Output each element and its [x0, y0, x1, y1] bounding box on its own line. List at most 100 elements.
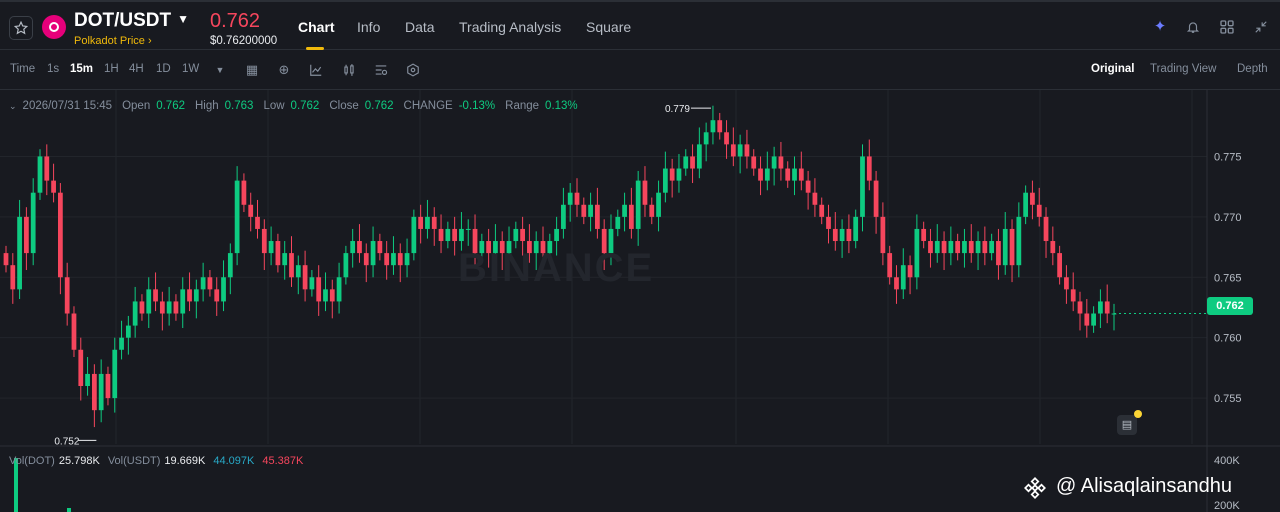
- candle-body: [404, 253, 410, 266]
- candle-body: [934, 241, 940, 254]
- range-value: 0.13%: [545, 100, 578, 112]
- candle-body: [153, 289, 158, 302]
- candle-body: [261, 228, 267, 254]
- candle-body: [635, 180, 641, 229]
- vol-tick-400k: 400K: [1214, 455, 1240, 467]
- candle-body: [30, 192, 36, 254]
- candle-body: [900, 265, 906, 290]
- candle-body: [880, 216, 886, 254]
- vol-tick-200k: 200K: [1214, 500, 1240, 512]
- candle-body: [363, 253, 369, 266]
- candle-body: [676, 168, 682, 181]
- candle-body: [866, 156, 872, 181]
- candle-body: [1070, 289, 1076, 302]
- candle-body: [3, 253, 9, 266]
- candle-body: [44, 156, 50, 181]
- candle-body: [812, 192, 818, 205]
- low-value: 0.762: [290, 100, 320, 112]
- candle-body: [187, 289, 192, 302]
- vol-dot-label: Vol(DOT): [9, 455, 55, 467]
- candle-body: [758, 168, 763, 181]
- candle-body: [567, 192, 573, 205]
- candle-body: [846, 228, 852, 242]
- vol-usdt-label: Vol(USDT): [107, 455, 161, 467]
- candle-body: [173, 301, 179, 314]
- notes-icon[interactable]: ▤: [1117, 415, 1137, 435]
- candle-body: [418, 216, 424, 229]
- candle-body: [180, 289, 186, 314]
- candle-body: [357, 241, 362, 254]
- high-value: 0.763: [224, 100, 254, 112]
- candle-body: [112, 349, 118, 399]
- candle-body: [982, 241, 988, 254]
- candle-body: [146, 289, 152, 314]
- candle-body: [309, 277, 315, 290]
- candle-body: [329, 289, 335, 302]
- candle-body: [819, 204, 825, 217]
- candle-body: [656, 192, 661, 217]
- open-label: Open: [122, 100, 151, 112]
- candle-body: [962, 241, 967, 254]
- close-label: Close: [329, 100, 359, 112]
- low-marker-label: 0.752: [54, 436, 79, 447]
- y-tick-label: 0.755: [1214, 393, 1242, 405]
- vol-ma1-value: 44.097K: [213, 455, 255, 467]
- y-tick-label: 0.770: [1214, 212, 1242, 224]
- candle-body: [744, 144, 750, 157]
- candle-body: [921, 228, 927, 242]
- candle-body: [370, 241, 376, 266]
- candle-body: [574, 192, 580, 205]
- candle-body: [928, 241, 933, 254]
- candle-body: [58, 192, 63, 278]
- candle-body: [996, 241, 1001, 266]
- candle-body: [91, 373, 97, 411]
- candle-body: [289, 253, 294, 278]
- candle-body: [1030, 192, 1035, 205]
- candle-body: [1084, 313, 1090, 326]
- candle-body: [1009, 228, 1015, 266]
- candle-body: [425, 216, 430, 229]
- candle-body: [1036, 204, 1042, 217]
- candle-body: [764, 168, 770, 181]
- candle-body: [343, 253, 349, 278]
- change-label: CHANGE: [403, 100, 453, 112]
- candle-body: [683, 156, 689, 169]
- candle-body: [622, 204, 627, 217]
- candle-body: [64, 277, 70, 314]
- candle-body: [642, 180, 648, 205]
- candle-body: [159, 301, 165, 314]
- candle-body: [51, 180, 56, 193]
- candle-body: [826, 216, 831, 229]
- candle-body: [887, 253, 893, 278]
- candle-body: [132, 301, 138, 326]
- candle-body: [628, 204, 634, 229]
- candle-body: [452, 228, 458, 242]
- candle-body: [778, 156, 784, 169]
- vol-ma2-value: 45.387K: [262, 455, 304, 467]
- collapse-legend-chevron-icon[interactable]: ⌄: [9, 101, 17, 111]
- candle-body: [751, 156, 757, 169]
- candle-body: [1050, 241, 1056, 254]
- candle-body: [85, 373, 90, 387]
- candle-body: [595, 204, 600, 229]
- range-label: Range: [505, 100, 540, 112]
- candle-body: [105, 373, 111, 399]
- candle-body: [941, 241, 947, 254]
- candle-body: [860, 156, 865, 217]
- ohlc-legend: ⌄ 2026/07/31 15:45 Open 0.762 High 0.763 Low 0.…: [9, 100, 588, 112]
- candle-body: [275, 241, 281, 266]
- candle-body: [411, 216, 417, 254]
- candle-body: [975, 241, 981, 254]
- candle-body: [234, 180, 240, 254]
- candle-body: [805, 180, 811, 193]
- candle-body: [445, 228, 451, 242]
- candle-body: [513, 228, 519, 242]
- candle-body: [615, 216, 621, 229]
- candle-body: [1016, 216, 1022, 266]
- candle-body: [465, 228, 471, 230]
- candle-body: [785, 168, 791, 181]
- candle-body: [24, 216, 29, 254]
- candle-body: [717, 120, 723, 133]
- candle-body: [248, 204, 254, 217]
- candle-body: [200, 277, 206, 290]
